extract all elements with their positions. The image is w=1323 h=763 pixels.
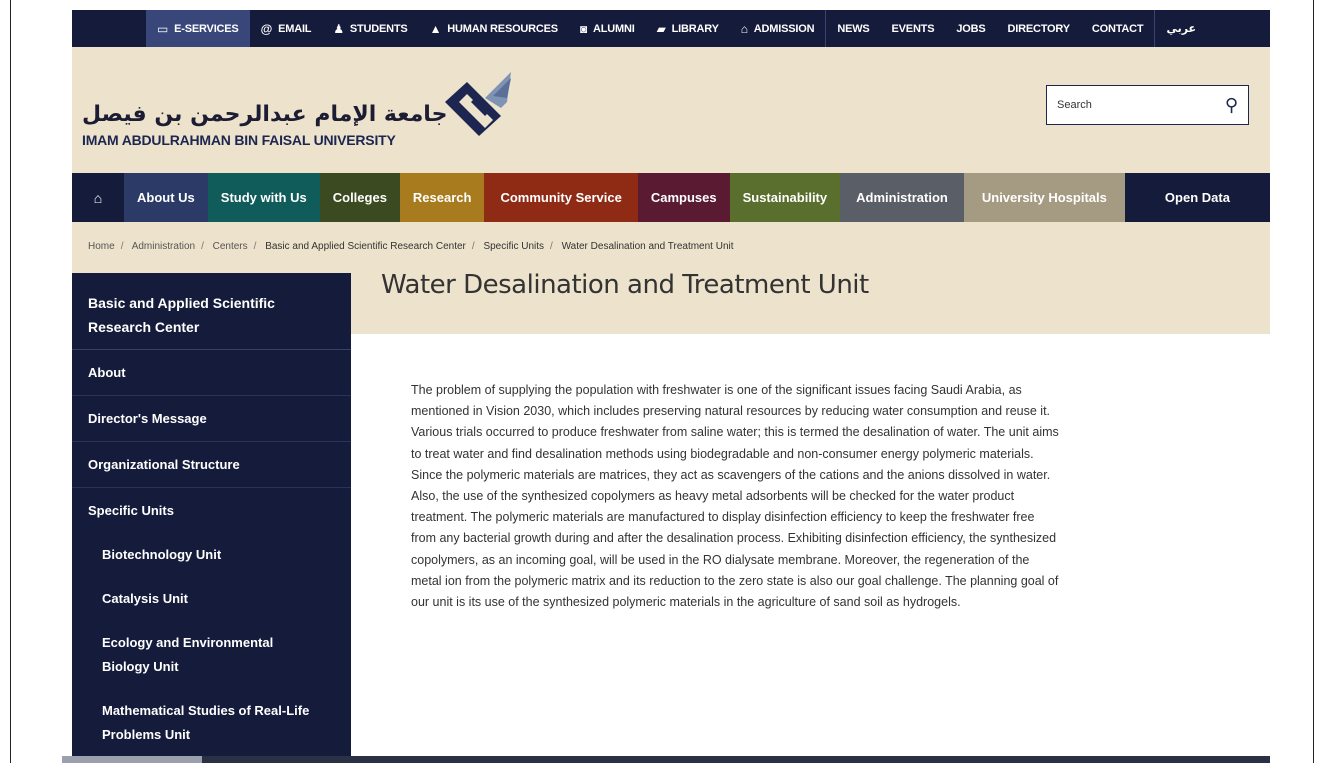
topbar-human-resources[interactable]: ▲ HUMAN RESOURCES — [419, 10, 569, 47]
frame-left-border — [10, 0, 11, 763]
topbar-contact[interactable]: CONTACT — [1081, 10, 1155, 47]
topbar-email[interactable]: @ EMAIL — [250, 10, 323, 47]
topbar-alumni[interactable]: ◙ ALUMNI — [569, 10, 646, 47]
breadcrumb-administration[interactable]: Administration — [132, 241, 195, 252]
breadcrumb: Home / Administration / Centers / Basic and… — [88, 241, 734, 252]
topbar-news[interactable]: NEWS — [826, 10, 880, 47]
laptop-icon: ▭ — [157, 21, 169, 36]
sidebar-item-specific-units[interactable]: Specific Units — [72, 488, 351, 533]
logo-english-text: IMAM ABDULRAHMAN BIN FAISAL UNIVERSITY — [82, 132, 396, 148]
camera-icon: ◙ — [579, 21, 588, 36]
breadcrumb-research-center[interactable]: Basic and Applied Scientific Research Ce… — [265, 241, 466, 252]
topbar-human-resources-label: HUMAN RESOURCES — [447, 22, 558, 35]
footer-strip-highlight — [62, 756, 202, 763]
breadcrumb-specific-units[interactable]: Specific Units — [483, 241, 544, 252]
topbar-email-label: EMAIL — [278, 22, 312, 35]
nav-university-hospitals[interactable]: University Hospitals — [963, 173, 1125, 222]
nav-open-data[interactable]: Open Data — [1124, 173, 1270, 222]
breadcrumb-centers[interactable]: Centers — [213, 241, 248, 252]
university-emblem-icon — [445, 72, 511, 136]
search-icon[interactable]: ⚲ — [1225, 95, 1238, 116]
page-container: ▭ E-SERVICES @ EMAIL ♟ STUDENTS ▲ HUMAN RESO… — [62, 0, 1270, 763]
topbar-contact-label: CONTACT — [1091, 22, 1144, 35]
nav-home[interactable]: ⌂ — [72, 173, 124, 222]
topbar-events[interactable]: EVENTS — [881, 10, 946, 47]
logo-arabic-text: جامعة الإمام عبدالرحمن بن فيصل — [82, 102, 448, 127]
search-box: ⚲ — [1046, 85, 1249, 125]
topbar-news-label: NEWS — [837, 22, 870, 35]
nav-campuses[interactable]: Campuses — [637, 173, 730, 222]
sidebar-item-directors-message[interactable]: Director's Message — [72, 396, 351, 442]
page-body-text: The problem of supplying the population … — [411, 383, 1059, 610]
breadcrumb-current: Water Desalination and Treatment Unit — [561, 241, 734, 252]
site-header: جامعة الإمام عبدالرحمن بن فيصل IMAM ABDU… — [72, 47, 1270, 173]
sidebar-subitem-ecology[interactable]: Ecology and Environmental Biology Unit — [72, 621, 351, 689]
topbar-directory-label: DIRECTORY — [1007, 22, 1071, 35]
user-icon: ♟ — [333, 21, 344, 36]
topbar-alumni-label: ALUMNI — [593, 22, 635, 35]
nav-community-service[interactable]: Community Service — [484, 173, 638, 222]
nav-sustainability[interactable]: Sustainability — [729, 173, 841, 222]
nav-research[interactable]: Research — [399, 173, 485, 222]
sidebar: Basic and Applied Scientific Research Ce… — [72, 273, 351, 763]
topbar-e-services-label: E-SERVICES — [174, 22, 239, 35]
topbar-jobs-label: JOBS — [956, 22, 986, 35]
topbar-events-label: EVENTS — [891, 22, 935, 35]
topbar-admission[interactable]: ⌂ ADMISSION — [730, 10, 826, 47]
topbar-e-services[interactable]: ▭ E-SERVICES — [146, 10, 250, 47]
breadcrumb-home[interactable]: Home — [88, 241, 115, 252]
nav-administration[interactable]: Administration — [840, 173, 964, 228]
topbar-directory[interactable]: DIRECTORY — [997, 10, 1081, 47]
sidebar-subitem-catalysis[interactable]: Catalysis Unit — [72, 577, 351, 621]
topbar-library[interactable]: ▰ LIBRARY — [646, 10, 730, 47]
graduation-cap-icon: ▲ — [429, 21, 442, 36]
nav-study-with-us[interactable]: Study with Us — [207, 173, 320, 222]
sidebar-item-about[interactable]: About — [72, 350, 351, 396]
sidebar-subitem-mathematical-studies[interactable]: Mathematical Studies of Real-Life Proble… — [72, 689, 351, 757]
topbar-arabic-label: عربي — [1166, 23, 1197, 35]
top-utility-bar: ▭ E-SERVICES @ EMAIL ♟ STUDENTS ▲ HUMAN RESO… — [72, 10, 1270, 47]
frame-right-border — [1313, 0, 1314, 763]
home-icon: ⌂ — [93, 189, 103, 206]
search-input[interactable] — [1057, 99, 1207, 111]
topbar-students[interactable]: ♟ STUDENTS — [322, 10, 418, 47]
book-icon: ▰ — [656, 21, 666, 36]
topbar-admission-label: ADMISSION — [753, 22, 815, 35]
topbar-jobs[interactable]: JOBS — [945, 10, 996, 47]
topbar-library-label: LIBRARY — [671, 22, 719, 35]
sidebar-subitem-biotechnology[interactable]: Biotechnology Unit — [72, 533, 351, 577]
main-navigation: ⌂ About Us Study with Us Colleges Resear… — [72, 173, 1270, 228]
topbar-arabic-language[interactable]: عربي — [1155, 10, 1207, 47]
sidebar-heading[interactable]: Basic and Applied Scientific Research Ce… — [72, 273, 351, 350]
institution-icon: ⌂ — [740, 21, 748, 36]
nav-about-us[interactable]: About Us — [124, 173, 208, 222]
page-title: Water Desalination and Treatment Unit — [381, 270, 869, 300]
topbar-students-label: STUDENTS — [349, 22, 408, 35]
nav-colleges[interactable]: Colleges — [319, 173, 400, 222]
sidebar-item-organizational-structure[interactable]: Organizational Structure — [72, 442, 351, 488]
footer-strip — [62, 756, 1270, 763]
at-icon: @ — [260, 21, 273, 36]
